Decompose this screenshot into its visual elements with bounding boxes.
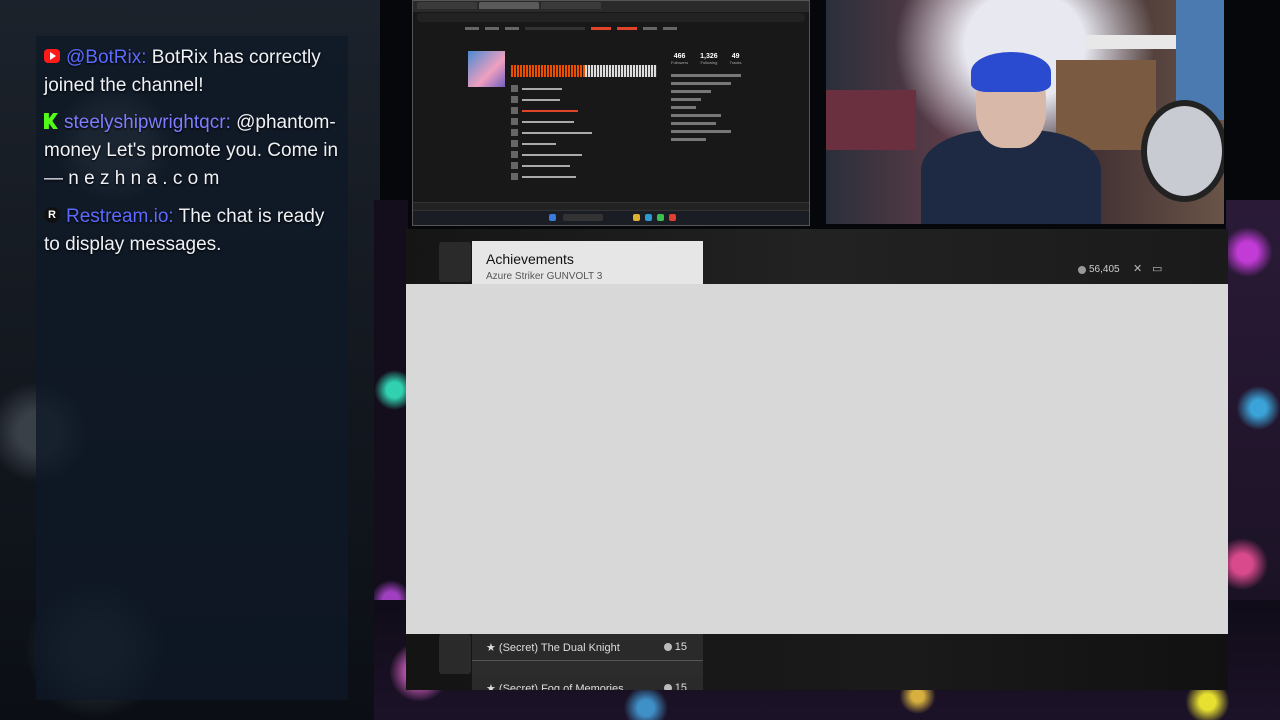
game-name: Azure Striker GUNVOLT 3: [486, 271, 603, 282]
achievement-row[interactable]: ★ (Secret) The Dual Knight 15: [472, 634, 703, 661]
achievement-points: 15: [663, 682, 687, 690]
chat-username: steelyshipwrightqcr:: [64, 112, 231, 133]
achievements-header: Achievements Azure Striker GUNVOLT 3: [472, 241, 703, 284]
stat-value: 466: [673, 53, 686, 60]
achievement-name: ★ (Secret) Fog of Memories: [486, 683, 624, 690]
track-row[interactable]: [511, 149, 661, 160]
track-row[interactable]: [511, 127, 661, 138]
chat-message: steelyshipwrightqcr: @phantom-money Let'…: [44, 109, 344, 193]
chat-username: Restream.io:: [66, 206, 174, 227]
browser-tab[interactable]: [479, 2, 539, 9]
browser-tab[interactable]: [417, 2, 477, 9]
edge-icon[interactable]: [645, 214, 652, 221]
webcam-feed: [826, 0, 1224, 224]
profile-stats: 466 Followers 1,326 Following 49 Tracks: [671, 53, 742, 65]
stat-value: 49: [731, 53, 740, 60]
chat-username: @BotRix:: [66, 47, 147, 68]
chat-message: R Restream.io: The chat is ready to displ…: [44, 203, 344, 259]
mic-muted-icon[interactable]: ✕: [1133, 262, 1142, 275]
poster: [1056, 60, 1156, 150]
track-row[interactable]: [511, 94, 661, 105]
track-row[interactable]: [511, 171, 661, 182]
track-row[interactable]: [511, 138, 661, 149]
track-row[interactable]: [511, 83, 661, 94]
microphone: [1141, 100, 1224, 202]
restream-icon: R: [44, 206, 60, 223]
track-row[interactable]: [511, 105, 661, 116]
track-row[interactable]: [511, 116, 661, 127]
taskbar: [413, 210, 809, 225]
stat-label: Following: [700, 60, 718, 65]
browser-capture: 466 Followers 1,326 Following 49 Tracks: [412, 0, 810, 226]
page-title: Achievements: [486, 251, 574, 267]
chat-panel: @BotRix: BotRix has correctly joined the…: [36, 36, 348, 700]
site-nav: [413, 23, 809, 33]
points-value: 15: [674, 682, 687, 690]
stat-label: Tracks: [729, 60, 742, 65]
gamerscore: 56,405: [1078, 264, 1120, 275]
streamer-hair: [971, 52, 1051, 92]
gamerscore-value: 56,405: [1089, 264, 1120, 275]
stat-value: 1,326: [700, 53, 718, 60]
search-box[interactable]: [563, 214, 603, 221]
points-value: 15: [674, 641, 687, 653]
gamerscore-icon: [663, 643, 672, 651]
side-card: [439, 634, 471, 674]
sidebar: [671, 69, 751, 146]
chat-message: @BotRix: BotRix has correctly joined the…: [44, 44, 344, 100]
poster: [826, 90, 916, 150]
browser-tab[interactable]: [541, 2, 601, 9]
chrome-icon[interactable]: [669, 214, 676, 221]
youtube-icon: [44, 48, 60, 63]
stat-label: Followers: [671, 60, 689, 65]
browser-tabs: [413, 1, 809, 12]
game-window: Achievements Azure Striker GUNVOLT 3 56,…: [406, 229, 1228, 690]
track-row[interactable]: [511, 160, 661, 171]
windows-icon[interactable]: [549, 214, 556, 221]
address-bar[interactable]: [417, 13, 805, 22]
gamerscore-icon: [663, 684, 672, 690]
gamerscore-icon: [1078, 265, 1086, 274]
track-artwork: [468, 51, 505, 87]
side-card[interactable]: [439, 242, 471, 282]
blank-overlay: [406, 284, 1228, 634]
achievement-name: ★ (Secret) The Dual Knight: [486, 642, 620, 654]
kick-icon: [44, 112, 58, 129]
achievement-row[interactable]: ★ (Secret) Fog of Memories 15: [472, 676, 703, 690]
waveform-unplayed: [585, 65, 657, 77]
achievement-points: 15: [663, 641, 687, 653]
track-list: [511, 83, 661, 182]
folder-icon[interactable]: [633, 214, 640, 221]
battery-icon: ▭: [1152, 263, 1163, 275]
xbox-icon[interactable]: [657, 214, 664, 221]
